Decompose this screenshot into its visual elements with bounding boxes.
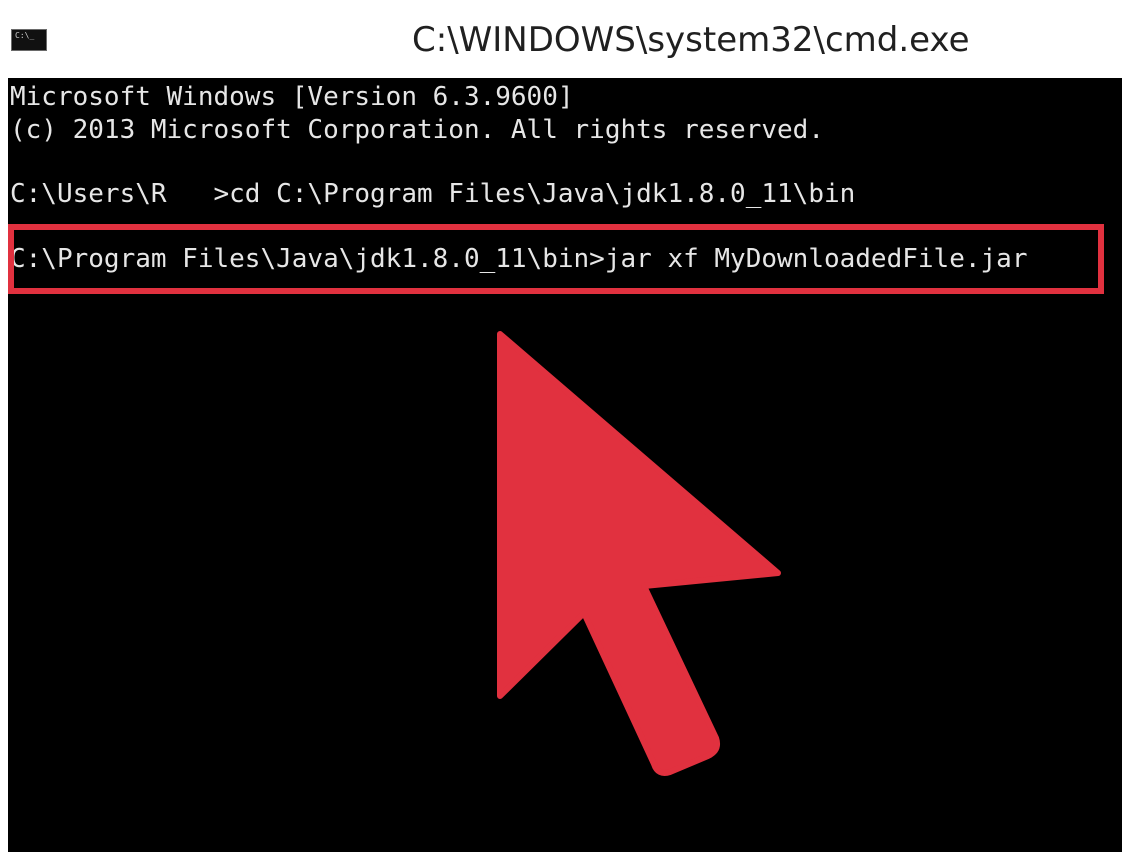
title-bar[interactable]: C:\_ C:\WINDOWS\system32\cmd.exe bbox=[0, 0, 1130, 78]
window-title: C:\WINDOWS\system32\cmd.exe bbox=[412, 20, 970, 60]
arrow-pointer-icon bbox=[497, 331, 781, 776]
console-output[interactable]: Microsoft Windows [Version 6.3.9600] (c)… bbox=[8, 78, 1122, 852]
command-prompt-icon[interactable]: C:\_ bbox=[11, 29, 47, 51]
cmd-window: C:\_ C:\WINDOWS\system32\cmd.exe Microso… bbox=[0, 0, 1130, 852]
prompt-glyph: C:\_ bbox=[15, 31, 35, 40]
